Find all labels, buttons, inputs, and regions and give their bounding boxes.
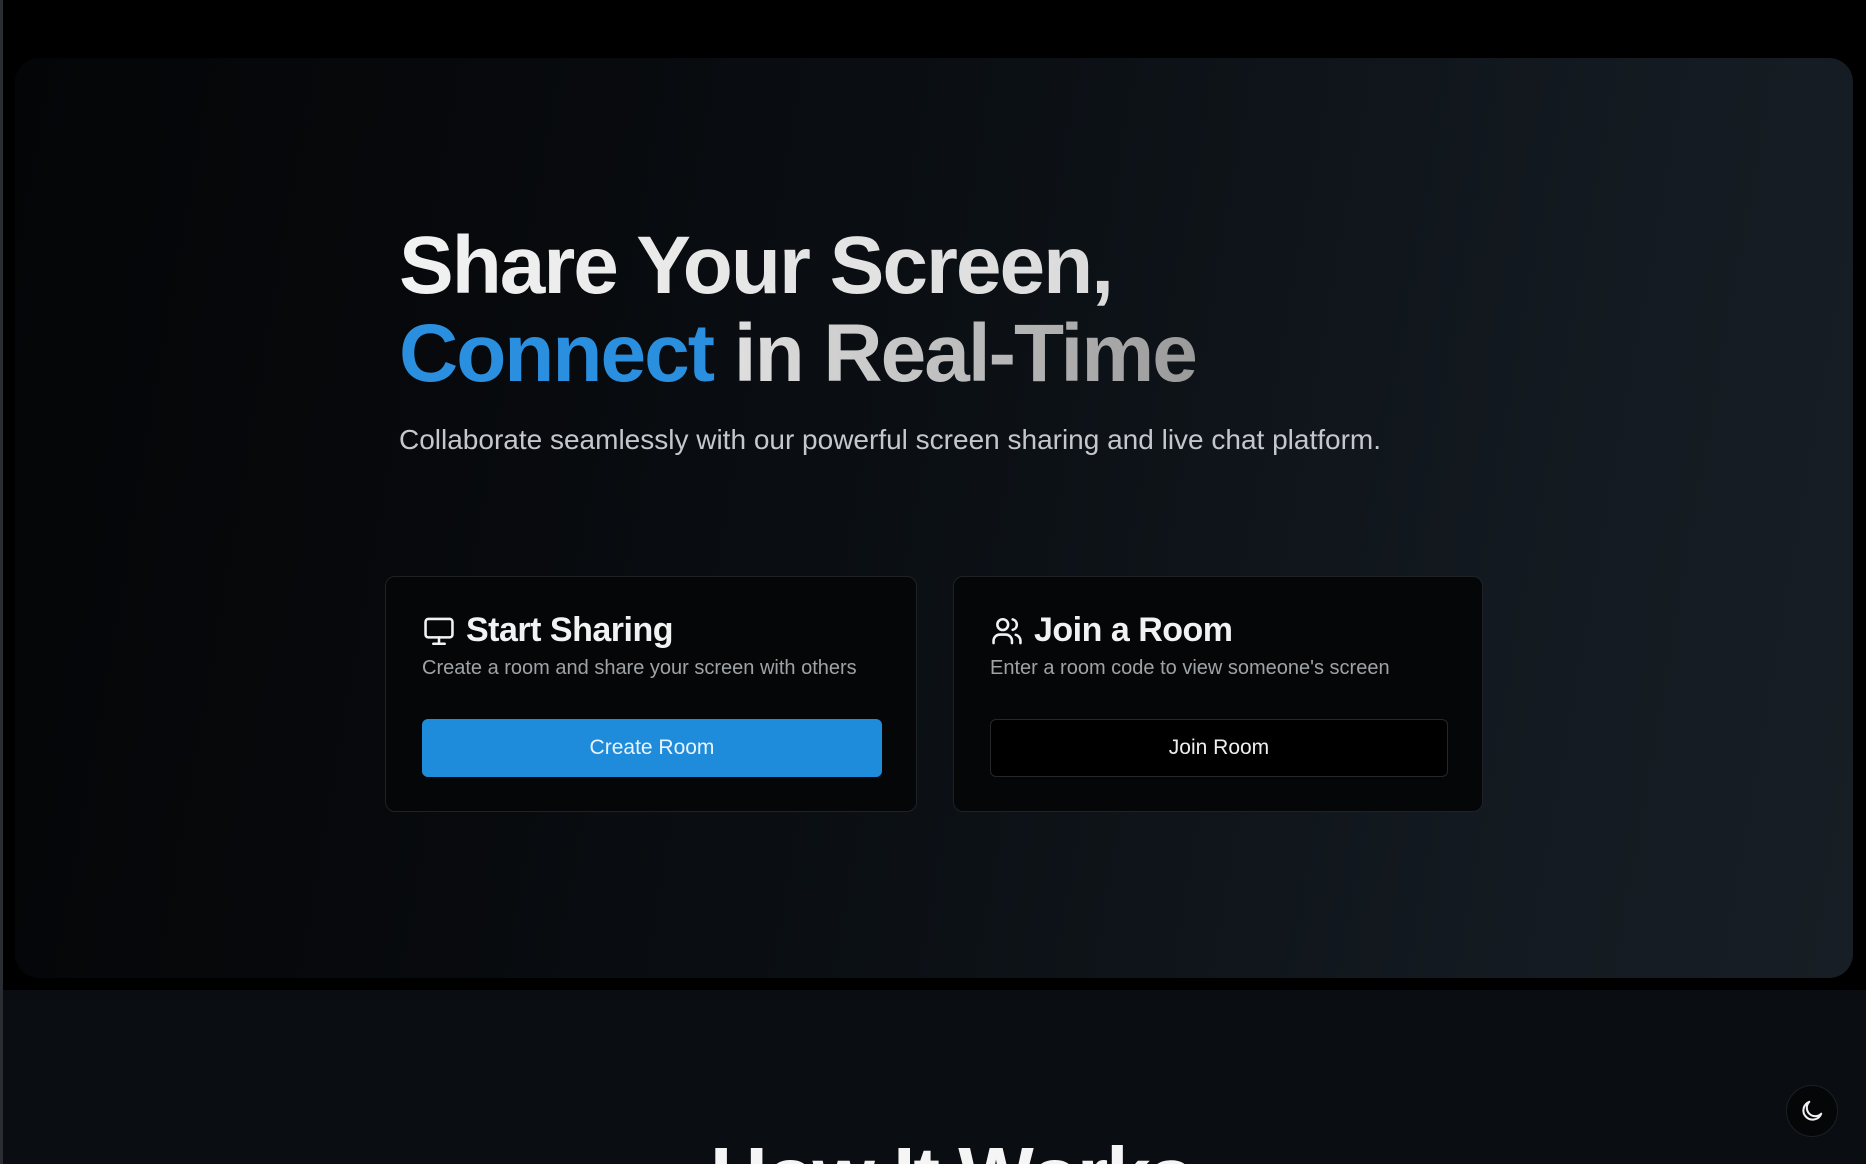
join-room-card-header: Join a Room	[990, 611, 1233, 650]
hero-section: Share Your Screen, Connect in Real-Time …	[15, 58, 1853, 978]
hero-subtitle: Collaborate seamlessly with our powerful…	[399, 424, 1382, 455]
monitor-icon	[422, 614, 456, 648]
hero-title-line-1: Share Your Screen,	[399, 222, 1196, 310]
start-sharing-description: Create a room and share your screen with…	[422, 657, 857, 679]
join-room-title: Join a Room	[1034, 611, 1233, 649]
create-room-button[interactable]: Create Room	[422, 719, 882, 777]
hero-title-line-2: Connect in Real-Time	[399, 308, 1198, 399]
hero-title-rest: in Real-Time	[713, 308, 1198, 399]
start-sharing-card: Start Sharing Create a room and share yo…	[385, 576, 917, 812]
hero-title-accent: Connect	[399, 308, 715, 399]
join-room-description: Enter a room code to view someone's scre…	[990, 657, 1390, 679]
theme-toggle-button[interactable]	[1786, 1085, 1838, 1137]
page: Share Your Screen, Connect in Real-Time …	[0, 0, 1866, 1164]
how-it-works-heading: How It Works	[710, 1130, 1193, 1164]
hero-title: Share Your Screen, Connect in Real-Time	[399, 222, 1198, 399]
join-room-card: Join a Room Enter a room code to view so…	[953, 576, 1483, 812]
join-room-button[interactable]: Join Room	[990, 719, 1448, 777]
start-sharing-card-header: Start Sharing	[422, 611, 673, 650]
start-sharing-title: Start Sharing	[466, 611, 673, 649]
users-icon	[990, 614, 1024, 648]
moon-icon	[1802, 1100, 1823, 1121]
